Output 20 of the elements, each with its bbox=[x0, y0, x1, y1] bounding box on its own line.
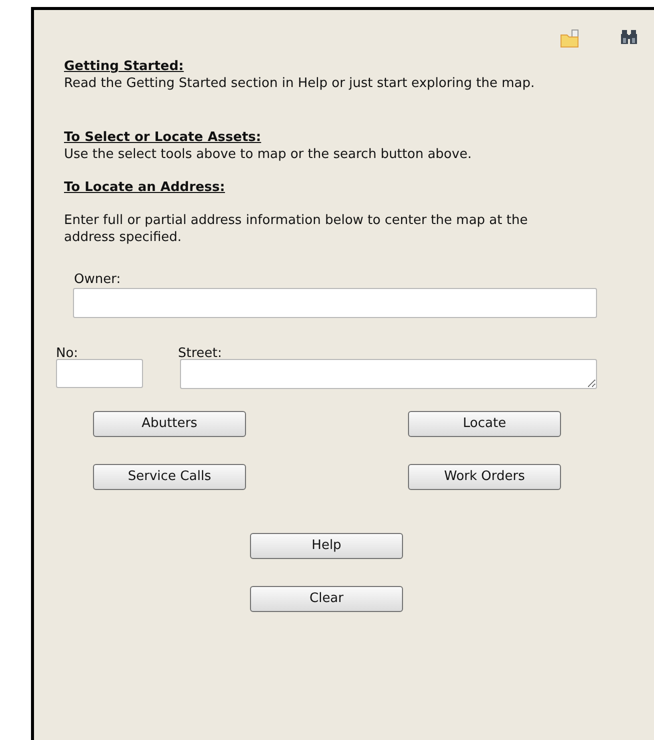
folder-icon[interactable] bbox=[560, 29, 580, 49]
action-button[interactable]: Abutters bbox=[93, 411, 246, 437]
field-label: Owner: bbox=[74, 271, 122, 288]
street-field[interactable] bbox=[180, 359, 597, 389]
section-text: Enter full or partial address information below to center the map at the address specified. bbox=[64, 212, 529, 246]
section-heading: To Select or Locate Assets: bbox=[64, 129, 262, 146]
binoculars-icon[interactable] bbox=[620, 29, 638, 45]
section-text: Use the select tools above to map or the search button above. bbox=[64, 146, 473, 163]
section-heading: To Locate an Address: bbox=[64, 179, 226, 196]
action-button[interactable]: Help bbox=[250, 533, 403, 559]
section-heading: Getting Started: bbox=[64, 58, 185, 75]
number-field[interactable] bbox=[56, 359, 143, 388]
action-button[interactable]: Service Calls bbox=[93, 464, 246, 490]
action-button[interactable]: Clear bbox=[250, 586, 403, 612]
action-button[interactable]: Work Orders bbox=[408, 464, 561, 490]
owner-field[interactable] bbox=[73, 288, 597, 318]
action-button[interactable]: Locate bbox=[408, 411, 561, 437]
section-text: Read the Getting Started section in Help or just start exploring the map. bbox=[64, 75, 536, 92]
field-label: Street: bbox=[178, 345, 223, 359]
field-label: No: bbox=[56, 345, 80, 359]
